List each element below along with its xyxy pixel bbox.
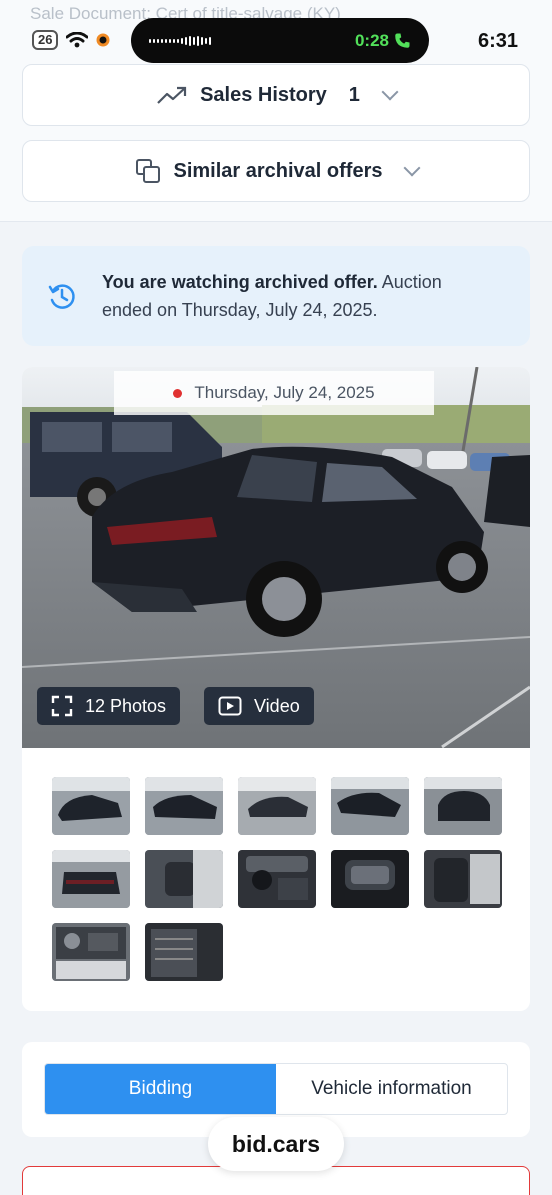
sales-history-label: Sales History (200, 83, 327, 106)
archived-notice-bold: You are watching archived offer. (102, 272, 378, 292)
archived-notice-text: You are watching archived offer. Auction… (102, 268, 482, 324)
thumbnail[interactable] (424, 777, 502, 835)
browser-domain-pill[interactable]: bid.cars (208, 1117, 344, 1171)
archived-notice: You are watching archived offer. Auction… (22, 246, 530, 346)
video-button[interactable]: Video (204, 687, 314, 725)
fullscreen-icon (51, 695, 73, 717)
thumbnail[interactable] (238, 850, 316, 908)
status-clock: 6:31 (477, 30, 518, 52)
history-icon (48, 284, 75, 309)
sales-history-count: 1 (348, 83, 360, 106)
tab-bidding[interactable]: Bidding (45, 1064, 276, 1114)
top-section: Sale Document: Cert of title-salvage (KY… (0, 0, 552, 222)
call-timer: 0:28 (355, 31, 411, 51)
tab-bar: Bidding Vehicle information (44, 1063, 508, 1115)
video-play-icon (218, 696, 242, 716)
thumbnail[interactable] (331, 850, 409, 908)
auction-date-tag: Thursday, July 24, 2025 (114, 371, 434, 415)
tab-vehicle-information[interactable]: Vehicle information (276, 1064, 507, 1114)
copy-icon (135, 159, 160, 183)
photos-button[interactable]: 12 Photos (37, 687, 181, 725)
wifi-icon (66, 32, 89, 48)
similar-offers-label: Similar archival offers (173, 159, 383, 182)
video-label: Video (254, 695, 300, 716)
sales-history-toggle[interactable]: Sales History 1 (22, 64, 530, 126)
thumbnail[interactable] (145, 923, 223, 981)
photos-count-label: 12 Photos (85, 695, 167, 716)
thumbnail[interactable] (52, 850, 130, 908)
recording-dot-icon (96, 33, 110, 47)
call-timer-value: 0:28 (354, 30, 389, 50)
status-indicators: 26 (32, 30, 110, 50)
notification-count-badge: 26 (32, 30, 59, 50)
audio-wave-icon (149, 35, 211, 46)
thumbnail[interactable] (238, 777, 316, 835)
auction-date: Thursday, July 24, 2025 (194, 383, 375, 402)
thumbnail[interactable] (145, 850, 223, 908)
chevron-down-icon (381, 83, 399, 101)
thumbnail[interactable] (145, 777, 223, 835)
dynamic-island[interactable]: 0:28 (131, 18, 429, 63)
thumbnail[interactable] (52, 777, 130, 835)
thumbnail[interactable] (424, 850, 502, 908)
trending-up-icon (157, 86, 187, 104)
thumbnail[interactable] (331, 777, 409, 835)
gallery-card: Thursday, July 24, 2025 12 Photos Video (22, 367, 530, 1011)
live-dot-icon (173, 388, 183, 398)
similar-offers-toggle[interactable]: Similar archival offers (22, 140, 530, 202)
main-vehicle-photo[interactable]: Thursday, July 24, 2025 12 Photos Video (22, 367, 530, 748)
phone-icon (395, 33, 410, 48)
chevron-down-icon (403, 159, 421, 177)
thumbnail[interactable] (52, 923, 130, 981)
